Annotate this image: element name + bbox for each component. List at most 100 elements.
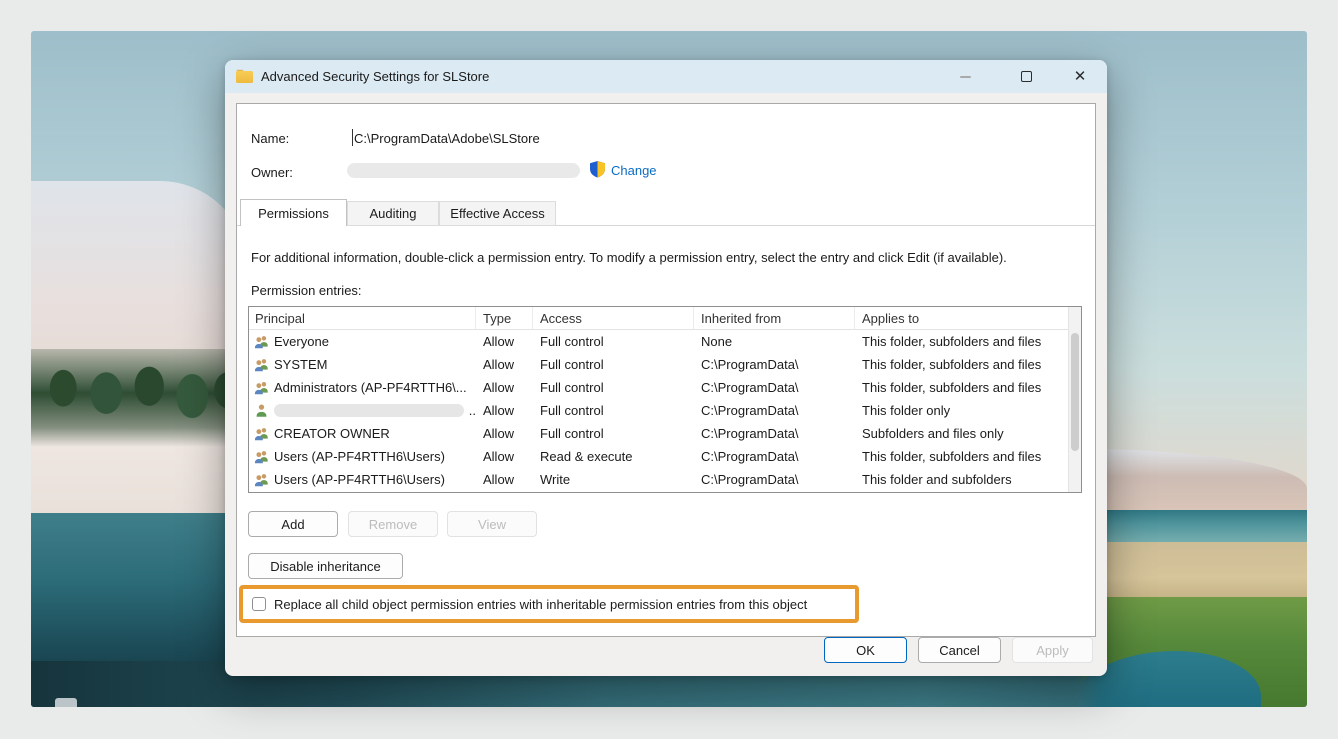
tab-permissions[interactable]: Permissions: [240, 199, 347, 226]
cell-type: Allow: [483, 403, 515, 418]
cell-type: Allow: [483, 426, 515, 441]
column-applies-to[interactable]: Applies to: [855, 307, 1081, 329]
cell-principal[interactable]: Administrators (AP-PF4RTTH6\...: [249, 380, 476, 395]
principal-label: CREATOR OWNER: [274, 426, 390, 441]
cell-inherited-from: C:\ProgramData\: [701, 449, 799, 464]
principal-label: Users (AP-PF4RTTH6\Users): [274, 472, 445, 487]
name-value[interactable]: C:\ProgramData\Adobe\SLStore: [354, 131, 540, 146]
cell-access: Full control: [540, 403, 604, 418]
cell-principal[interactable]: Everyone: [249, 334, 476, 349]
cell-principal[interactable]: SYSTEM: [249, 357, 476, 372]
column-inherited-from[interactable]: Inherited from: [694, 307, 855, 329]
cell-access: Full control: [540, 334, 604, 349]
disable-inheritance-button[interactable]: Disable inheritance: [248, 553, 403, 579]
replace-permissions-label: Replace all child object permission entr…: [274, 596, 808, 612]
group-icon: [254, 357, 269, 372]
cell-inherited-from: C:\ProgramData\: [701, 472, 799, 487]
cell-access: Full control: [540, 357, 604, 372]
owner-value-redacted: [347, 163, 580, 178]
table-row[interactable]: CREATOR OWNER Allow Full control C:\Program…: [249, 422, 1081, 445]
table-row[interactable]: Users (AP-PF4RTTH6\Users) Allow Read & exe…: [249, 445, 1081, 468]
permission-entries-label: Permission entries:: [251, 283, 362, 298]
maximize-button[interactable]: [1003, 60, 1049, 93]
group-icon: [254, 334, 269, 349]
tab-auditing[interactable]: Auditing: [347, 201, 439, 226]
content-panel: Name: C:\ProgramData\Adobe\SLStore Owner…: [236, 103, 1096, 637]
cell-inherited-from: None: [701, 334, 733, 349]
cell-applies-to: This folder and subfolders: [862, 472, 1012, 487]
column-access[interactable]: Access: [533, 307, 694, 329]
cell-type: Allow: [483, 449, 515, 464]
text-cursor: [352, 129, 353, 146]
titlebar[interactable]: Advanced Security Settings for SLStore ✕: [225, 60, 1107, 93]
owner-label: Owner:: [251, 165, 293, 180]
apply-button[interactable]: Apply: [1012, 637, 1093, 663]
minimize-button[interactable]: [942, 60, 988, 93]
group-icon: [254, 426, 269, 441]
group-icon: [254, 380, 269, 395]
table-row[interactable]: .. Allow Full control C:\ProgramData\ This f…: [249, 399, 1081, 422]
cell-inherited-from: C:\ProgramData\: [701, 380, 799, 395]
cell-principal[interactable]: ..: [249, 403, 476, 418]
table-row[interactable]: Administrators (AP-PF4RTTH6\... Allow Full…: [249, 376, 1081, 399]
principal-label: Administrators (AP-PF4RTTH6\...: [274, 380, 467, 395]
cell-applies-to: This folder, subfolders and files: [862, 449, 1042, 464]
ok-button[interactable]: OK: [824, 637, 907, 663]
cell-type: Allow: [483, 380, 515, 395]
column-type[interactable]: Type: [476, 307, 533, 329]
table-row[interactable]: SYSTEM Allow Full control C:\ProgramData\ Th…: [249, 353, 1081, 376]
remove-button[interactable]: Remove: [348, 511, 438, 537]
redacted-principal: [274, 404, 464, 417]
cell-access: Write: [540, 472, 571, 487]
user-icon: [254, 403, 269, 418]
cell-applies-to: This folder, subfolders and files: [862, 334, 1042, 349]
advanced-security-settings-dialog: Advanced Security Settings for SLStore ✕…: [225, 60, 1107, 676]
scrollbar-thumb[interactable]: [1071, 333, 1079, 451]
cell-inherited-from: C:\ProgramData\: [701, 357, 799, 372]
cell-type: Allow: [483, 357, 515, 372]
minimize-icon: [959, 75, 971, 78]
add-button[interactable]: Add: [248, 511, 338, 537]
column-principal[interactable]: Principal: [249, 307, 476, 329]
folder-icon: [236, 69, 253, 83]
table-row[interactable]: Everyone Allow Full control None This folder…: [249, 330, 1081, 353]
group-icon: [254, 449, 269, 464]
description-text: For additional information, double-click…: [251, 250, 1007, 265]
cell-applies-to: This folder, subfolders and files: [862, 357, 1042, 372]
tab-effective-access[interactable]: Effective Access: [439, 201, 556, 226]
replace-permissions-checkbox[interactable]: [252, 597, 266, 611]
cell-access: Full control: [540, 426, 604, 441]
cell-type: Allow: [483, 472, 515, 487]
principal-label: SYSTEM: [274, 357, 328, 372]
tabstrip: Permissions Auditing Effective Access: [237, 199, 1095, 226]
cell-principal[interactable]: Users (AP-PF4RTTH6\Users): [249, 472, 476, 487]
cell-access: Read & execute: [540, 449, 633, 464]
permission-table[interactable]: Principal Type Access Inherited from App…: [248, 306, 1082, 493]
cell-applies-to: This folder only: [862, 403, 951, 418]
cell-type: Allow: [483, 334, 515, 349]
table-row[interactable]: Users (AP-PF4RTTH6\Users) Allow Write C:\Pr…: [249, 468, 1081, 491]
cell-access: Full control: [540, 380, 604, 395]
name-label: Name:: [251, 131, 290, 146]
maximize-icon: [1020, 71, 1032, 82]
taskbar-remnant: [55, 698, 77, 707]
cell-principal[interactable]: Users (AP-PF4RTTH6\Users): [249, 449, 476, 464]
replace-permissions-highlight: Replace all child object permission entr…: [239, 585, 859, 623]
group-icon: [254, 472, 269, 487]
close-icon: ✕: [1073, 68, 1087, 85]
cancel-button[interactable]: Cancel: [918, 637, 1001, 663]
cell-applies-to: Subfolders and files only: [862, 426, 1004, 441]
table-scrollbar[interactable]: [1068, 307, 1081, 492]
table-header: Principal Type Access Inherited from App…: [249, 307, 1081, 330]
view-button[interactable]: View: [447, 511, 537, 537]
uac-shield-icon: [590, 161, 605, 178]
cell-inherited-from: C:\ProgramData\: [701, 403, 799, 418]
window-title: Advanced Security Settings for SLStore: [261, 69, 490, 84]
close-button[interactable]: ✕: [1057, 60, 1103, 93]
principal-suffix: ..: [468, 403, 476, 418]
principal-label: Everyone: [274, 334, 329, 349]
cell-principal[interactable]: CREATOR OWNER: [249, 426, 476, 441]
cell-applies-to: This folder, subfolders and files: [862, 380, 1042, 395]
permission-table-body: Everyone Allow Full control None This folder…: [249, 330, 1081, 491]
change-owner-link[interactable]: Change: [611, 163, 657, 178]
